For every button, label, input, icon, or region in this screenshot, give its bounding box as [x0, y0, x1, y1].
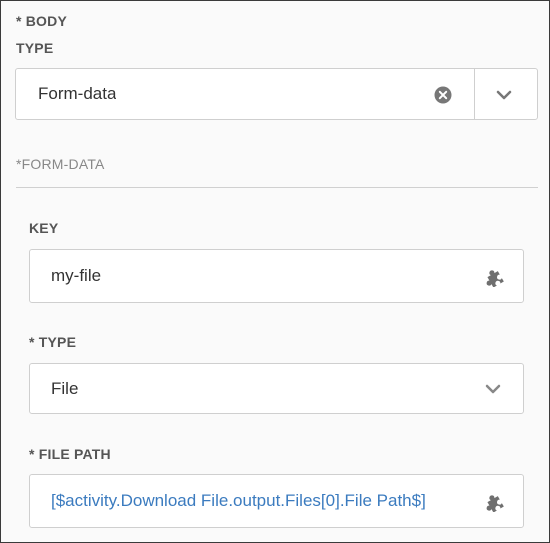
body-settings-panel: * BODY TYPE Form-data *FORM-DATA KEY my-… — [0, 0, 550, 543]
chevron-down-icon[interactable] — [481, 379, 505, 399]
file-path-label: * FILE PATH — [29, 446, 111, 462]
body-heading: * BODY — [16, 13, 67, 29]
key-input[interactable]: my-file — [29, 249, 524, 303]
file-path-input[interactable]: [$activity.Download File.output.Files[0]… — [29, 474, 524, 528]
form-data-heading: *FORM-DATA — [16, 156, 105, 172]
chevron-down-icon[interactable] — [492, 85, 516, 105]
puzzle-icon[interactable] — [484, 265, 508, 289]
file-type-select[interactable]: File — [29, 363, 524, 414]
section-divider — [16, 187, 538, 188]
body-type-value: Form-data — [38, 84, 117, 103]
puzzle-icon[interactable] — [484, 490, 508, 514]
body-type-select[interactable]: Form-data — [15, 68, 538, 120]
key-label: KEY — [29, 220, 59, 236]
type-label: * TYPE — [29, 334, 77, 350]
select-separator — [474, 69, 475, 119]
clear-circle-icon[interactable] — [433, 85, 453, 105]
file-path-value: [$activity.Download File.output.Files[0]… — [51, 491, 426, 510]
file-type-value: File — [51, 379, 79, 398]
type-heading: TYPE — [16, 40, 54, 56]
key-value: my-file — [51, 266, 102, 285]
